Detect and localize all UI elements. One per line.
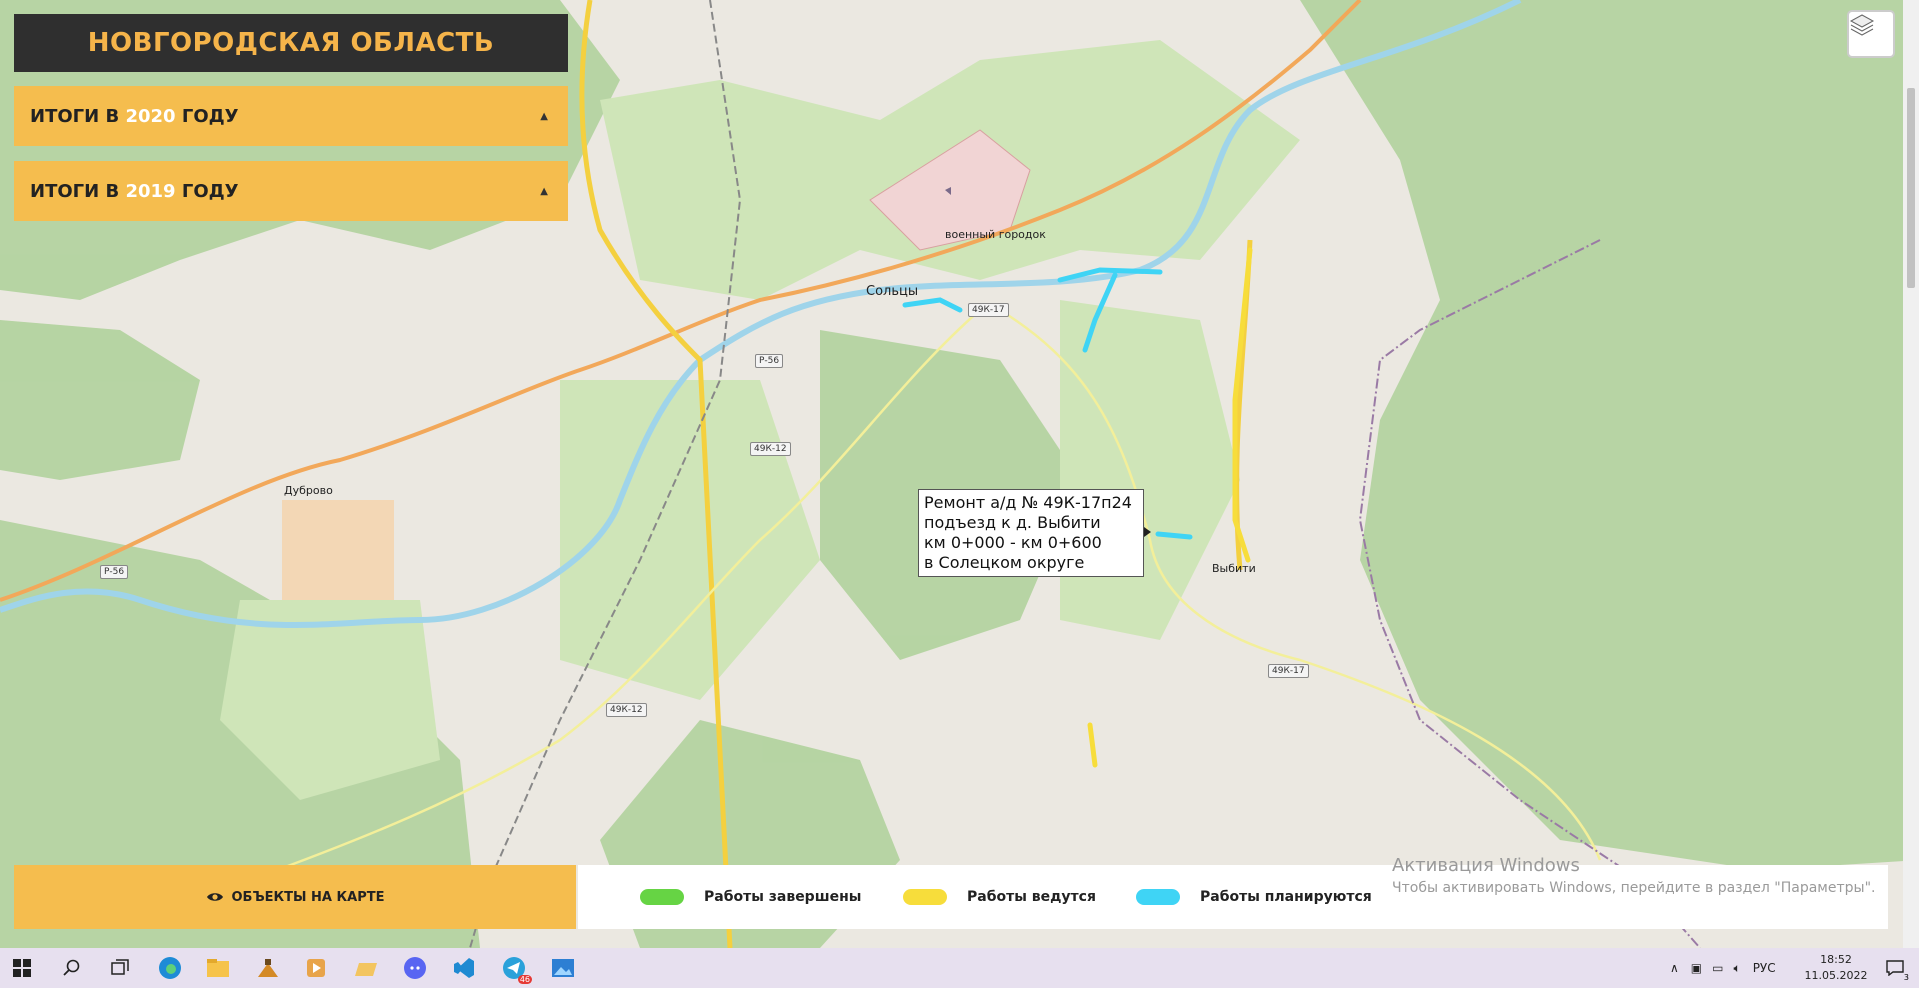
caret-up-icon: ▲	[540, 110, 548, 122]
legend-label: Работы планируются	[1200, 889, 1372, 905]
discord-icon[interactable]	[395, 952, 435, 984]
accordion-label-suffix: ГОДУ	[181, 180, 239, 202]
windows-activation-watermark: Активация Windows Чтобы активировать Win…	[1392, 855, 1875, 896]
objects-on-map-button[interactable]: ОБЪЕКТЫ НА КАРТЕ	[14, 865, 576, 929]
legend-swatch	[1136, 889, 1180, 905]
eye-icon	[206, 891, 224, 903]
folder-icon[interactable]	[346, 952, 386, 984]
region-title: НОВГОРОДСКАЯ ОБЛАСТЬ	[14, 14, 568, 72]
legend-label: Работы завершены	[704, 889, 862, 905]
app-icon[interactable]	[248, 952, 288, 984]
scrollbar-thumb[interactable]	[1907, 88, 1915, 288]
telegram-badge: 46	[517, 975, 532, 984]
network-icon[interactable]: ▭	[1712, 961, 1723, 975]
meet-now-icon[interactable]: ▣	[1691, 961, 1702, 975]
tooltip-line: подъезд к д. Выбити	[924, 513, 1101, 532]
layers-control-button[interactable]	[1847, 10, 1895, 58]
watermark-text: Чтобы активировать Windows, перейдите в …	[1392, 880, 1876, 896]
road-shield: 49К-17	[1268, 664, 1309, 678]
notifications-icon[interactable]: 3	[1875, 952, 1915, 984]
media-icon[interactable]	[296, 952, 336, 984]
map-label-city: Сольцы	[866, 284, 919, 299]
caret-up-icon: ▲	[540, 185, 548, 197]
legend-swatch	[640, 889, 684, 905]
accordion-year: 2019	[125, 180, 176, 202]
legend-swatch	[903, 889, 947, 905]
notifications-count: 3	[1903, 973, 1909, 982]
chevron-up-icon[interactable]: ∧	[1670, 961, 1679, 975]
accordion-2019[interactable]: ИТОГИ В 2019 ГОДУ ▲	[14, 161, 568, 221]
objects-button-label: ОБЪЕКТЫ НА КАРТЕ	[231, 889, 385, 905]
clock-date: 11.05.2022	[1804, 969, 1868, 982]
system-tray: ∧ ▣ ▭ 🔈︎ РУС	[1670, 948, 1776, 988]
watermark-title: Активация Windows	[1392, 855, 1580, 876]
telegram-icon[interactable]: 46	[494, 952, 534, 984]
road-shield: 49К-17	[968, 303, 1009, 317]
vertical-scrollbar[interactable]	[1903, 0, 1919, 948]
vscode-icon[interactable]	[444, 952, 484, 984]
road-shield: 49К-12	[750, 442, 791, 456]
clock-time: 18:52	[1820, 953, 1852, 966]
map-label-town: военный городок	[945, 228, 1046, 241]
edge-icon[interactable]	[150, 952, 190, 984]
map-label-village: Дуброво	[284, 484, 333, 497]
accordion-year: 2020	[125, 105, 176, 127]
tooltip-line: в Солецком округе	[924, 553, 1085, 572]
map-tooltip: Ремонт а/д № 49К-17п24 подъезд к д. Выби…	[918, 489, 1151, 577]
file-explorer-icon[interactable]	[198, 952, 238, 984]
accordion-label-prefix: ИТОГИ В	[30, 105, 120, 127]
tooltip-line: км 0+000 - км 0+600	[924, 533, 1102, 552]
tooltip-line: Ремонт а/д № 49К-17п24	[924, 493, 1132, 512]
windows-start-icon[interactable]	[2, 952, 42, 984]
legend-item-completed: Работы завершены	[640, 865, 861, 929]
taskbar: 46 ∧ ▣ ▭ 🔈︎ РУС 18:52 11.05.2022 3	[0, 948, 1919, 988]
accordion-label-suffix: ГОДУ	[181, 105, 239, 127]
legend-item-planned: Работы планируются	[1136, 865, 1372, 929]
photos-icon[interactable]	[543, 952, 583, 984]
accordion-2020[interactable]: ИТОГИ В 2020 ГОДУ ▲	[14, 86, 568, 146]
language-indicator[interactable]: РУС	[1753, 961, 1776, 975]
task-view-icon[interactable]	[100, 952, 140, 984]
road-shield: 49К-12	[606, 703, 647, 717]
accordion-label-prefix: ИТОГИ В	[30, 180, 120, 202]
volume-icon[interactable]: 🔈︎	[1733, 961, 1740, 976]
road-shield: Р-56	[100, 565, 129, 579]
clock[interactable]: 18:52 11.05.2022	[1800, 952, 1872, 984]
road-shield: Р-56	[755, 354, 784, 368]
map-label-village: Выбити	[1212, 562, 1256, 575]
legend-label: Работы ведутся	[967, 889, 1096, 905]
legend-item-in-progress: Работы ведутся	[903, 865, 1096, 929]
search-icon[interactable]	[52, 952, 92, 984]
